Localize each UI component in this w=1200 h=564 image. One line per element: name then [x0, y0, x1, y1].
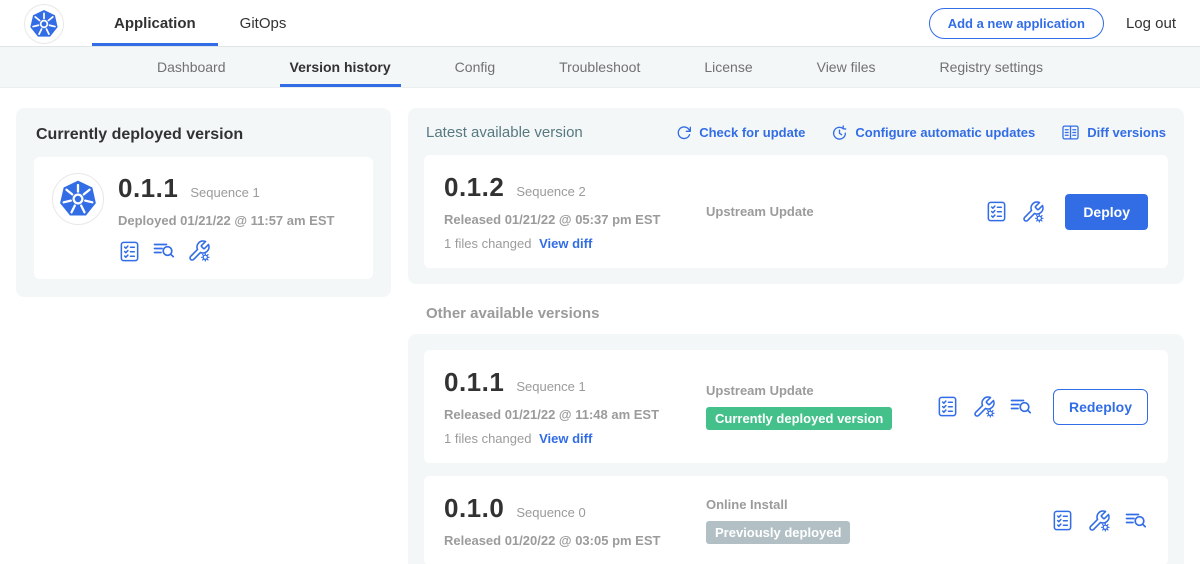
subnav-registry-settings[interactable]: Registry settings — [930, 47, 1053, 87]
release-source-label: Upstream Update — [706, 383, 814, 398]
version-history-column: Latest available version Check for updat… — [408, 108, 1184, 564]
preflight-checks-icon[interactable] — [1051, 509, 1074, 532]
subnav-config-label: Config — [455, 59, 495, 75]
release-card-0-1-0: 0.1.0 Sequence 0 Released 01/20/22 @ 03:… — [424, 476, 1168, 564]
other-versions-panel: 0.1.1 Sequence 1 Released 01/21/22 @ 11:… — [408, 334, 1184, 564]
release-info: 0.1.1 Sequence 1 Released 01/21/22 @ 11:… — [444, 367, 706, 446]
release-timestamp: Released 01/21/22 @ 05:37 pm EST — [444, 212, 706, 227]
edit-config-icon[interactable] — [187, 239, 211, 263]
view-diff-link[interactable]: View diff — [539, 236, 592, 251]
configure-automatic-updates-label: Configure automatic updates — [855, 125, 1035, 140]
release-sequence-label: Sequence 0 — [516, 505, 585, 520]
preflight-checks-icon[interactable] — [936, 395, 959, 418]
deployed-sequence-label: Sequence 1 — [190, 185, 259, 200]
subnav-license-label: License — [704, 59, 752, 75]
subnav-dashboard[interactable]: Dashboard — [147, 47, 236, 87]
main-content: Currently deployed version 0.1.1 Sequenc… — [0, 88, 1200, 564]
diff-columns-icon — [1061, 123, 1080, 142]
edit-config-icon[interactable] — [1087, 509, 1111, 533]
release-source: Upstream Update — [706, 204, 985, 219]
release-card-0-1-1: 0.1.1 Sequence 1 Released 01/21/22 @ 11:… — [424, 350, 1168, 463]
currently-deployed-panel: Currently deployed version 0.1.1 Sequenc… — [16, 108, 391, 297]
other-versions-title: Other available versions — [426, 305, 1182, 322]
subnav-dashboard-label: Dashboard — [157, 59, 226, 75]
tab-application[interactable]: Application — [92, 0, 218, 46]
deploy-button[interactable]: Deploy — [1065, 194, 1148, 230]
release-timestamp: Released 01/21/22 @ 11:48 am EST — [444, 407, 706, 422]
schedule-icon — [831, 124, 848, 141]
deployed-timestamp: Deployed 01/21/22 @ 11:57 am EST — [118, 213, 334, 228]
currently-deployed-badge: Currently deployed version — [706, 407, 892, 430]
subnav-config[interactable]: Config — [445, 47, 505, 87]
latest-available-panel: Latest available version Check for updat… — [408, 108, 1184, 284]
release-source-label: Upstream Update — [706, 204, 814, 219]
view-logs-icon[interactable] — [152, 239, 176, 263]
latest-available-title: Latest available version — [426, 124, 583, 141]
deployed-version-number: 0.1.1 — [118, 173, 178, 204]
tab-gitops[interactable]: GitOps — [218, 0, 309, 46]
redeploy-button[interactable]: Redeploy — [1053, 389, 1148, 425]
refresh-icon — [676, 125, 692, 141]
edit-config-icon[interactable] — [972, 395, 996, 419]
subnav-troubleshoot-label: Troubleshoot — [559, 59, 640, 75]
configure-automatic-updates-link[interactable]: Configure automatic updates — [831, 124, 1035, 141]
subnav-registry-settings-label: Registry settings — [940, 59, 1043, 75]
release-version-number: 0.1.1 — [444, 367, 504, 398]
header-tabs: Application GitOps — [92, 0, 308, 46]
files-changed-label: 1 files changed — [444, 236, 531, 251]
release-source-label: Online Install — [706, 497, 788, 512]
tab-gitops-label: GitOps — [240, 15, 287, 32]
release-info: 0.1.0 Sequence 0 Released 01/20/22 @ 03:… — [444, 493, 706, 548]
check-for-update-link[interactable]: Check for update — [676, 125, 805, 141]
top-header: Application GitOps Add a new application… — [0, 0, 1200, 47]
edit-config-icon[interactable] — [1021, 200, 1045, 224]
subnav-troubleshoot[interactable]: Troubleshoot — [549, 47, 650, 87]
release-actions: Redeploy — [936, 389, 1148, 425]
release-actions — [1051, 509, 1148, 533]
release-version-number: 0.1.0 — [444, 493, 504, 524]
latest-actions: Check for update Configure automatic upd… — [676, 123, 1166, 142]
release-sequence-label: Sequence 2 — [516, 184, 585, 199]
release-info: 0.1.2 Sequence 2 Released 01/21/22 @ 05:… — [444, 172, 706, 251]
subnav-version-history-label: Version history — [290, 59, 391, 75]
deployed-info: 0.1.1 Sequence 1 Deployed 01/21/22 @ 11:… — [118, 173, 334, 263]
subnav-view-files[interactable]: View files — [807, 47, 886, 87]
previously-deployed-badge: Previously deployed — [706, 521, 850, 544]
subnav-view-files-label: View files — [817, 59, 876, 75]
release-actions: Deploy — [985, 194, 1148, 230]
add-application-button[interactable]: Add a new application — [929, 8, 1104, 39]
diff-versions-link[interactable]: Diff versions — [1061, 123, 1166, 142]
kubernetes-logo — [24, 4, 64, 44]
subnav-license[interactable]: License — [694, 47, 762, 87]
view-diff-link[interactable]: View diff — [539, 431, 592, 446]
release-source: Online Install Previously deployed — [706, 497, 1051, 544]
logout-link[interactable]: Log out — [1126, 15, 1176, 32]
release-sequence-label: Sequence 1 — [516, 379, 585, 394]
release-timestamp: Released 01/20/22 @ 03:05 pm EST — [444, 533, 706, 548]
release-card-0-1-2: 0.1.2 Sequence 2 Released 01/21/22 @ 05:… — [424, 155, 1168, 268]
release-version-number: 0.1.2 — [444, 172, 504, 203]
check-for-update-label: Check for update — [699, 125, 805, 140]
diff-versions-label: Diff versions — [1087, 125, 1166, 140]
currently-deployed-title: Currently deployed version — [36, 126, 373, 144]
release-source: Upstream Update Currently deployed versi… — [706, 383, 936, 430]
subnav-version-history[interactable]: Version history — [280, 47, 401, 87]
app-kubernetes-logo — [52, 173, 104, 225]
view-logs-icon[interactable] — [1124, 509, 1148, 533]
tab-application-label: Application — [114, 15, 196, 32]
files-changed-label: 1 files changed — [444, 431, 531, 446]
preflight-checks-icon[interactable] — [118, 240, 141, 263]
header-right: Add a new application Log out — [929, 8, 1176, 39]
app-subnav: Dashboard Version history Config Trouble… — [0, 47, 1200, 88]
preflight-checks-icon[interactable] — [985, 200, 1008, 223]
currently-deployed-card: 0.1.1 Sequence 1 Deployed 01/21/22 @ 11:… — [34, 157, 373, 279]
view-logs-icon[interactable] — [1009, 395, 1033, 419]
